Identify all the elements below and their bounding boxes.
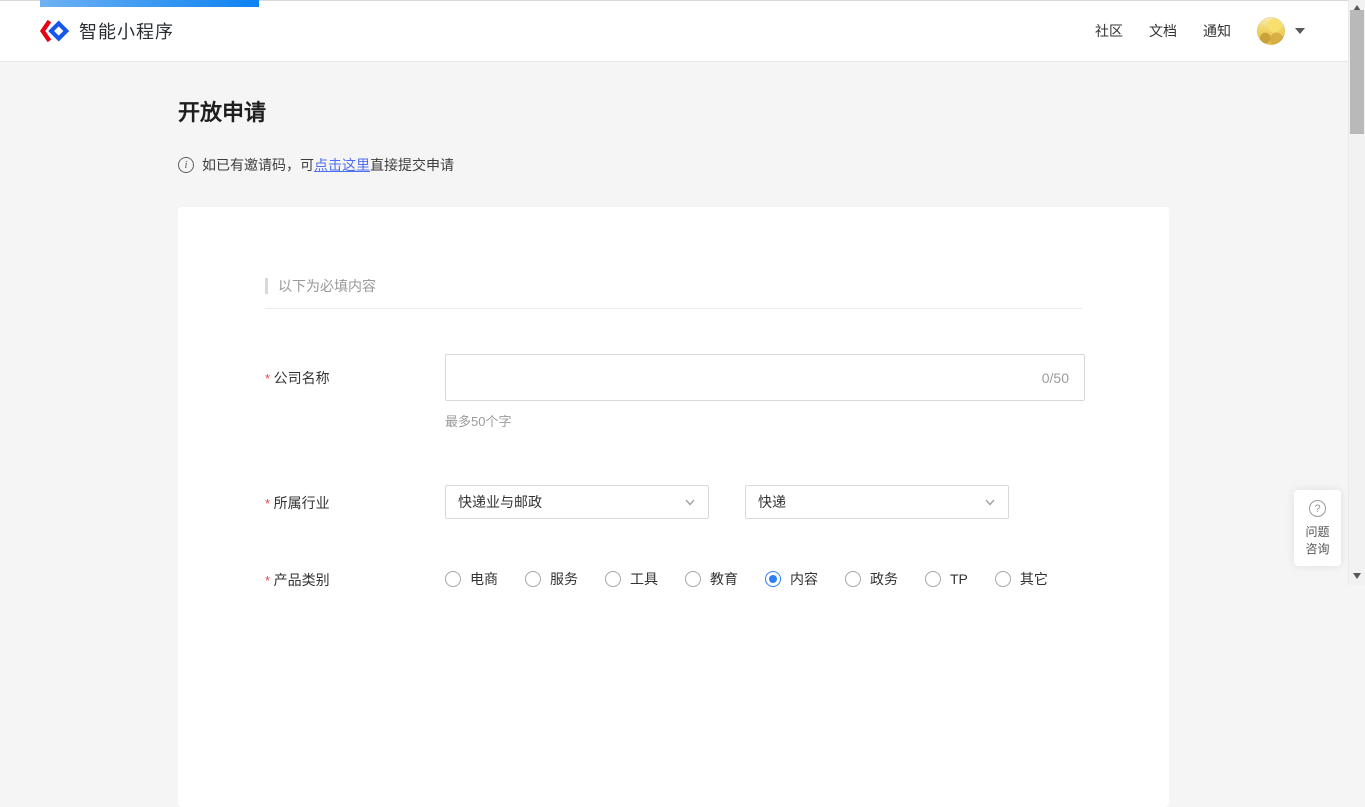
- section-divider: [265, 308, 1082, 309]
- main-content: 开放申请 i 如已有邀请码，可点击这里直接提交申请 以下为必填内容 公司名称 0…: [0, 63, 1365, 585]
- industry-row: 所属行业 快递业与邮政 快递: [265, 485, 1082, 519]
- click-here-link[interactable]: 点击这里: [314, 155, 370, 175]
- app-header: 智能小程序 社区 文档 通知: [0, 0, 1365, 62]
- application-form-card: 以下为必填内容 公司名称 0/50 最多50个字 所属行业 快递业与邮政: [178, 207, 1169, 807]
- invite-code-notice: i 如已有邀请码，可点击这里直接提交申请: [178, 155, 454, 175]
- radio-label: 政务: [870, 569, 898, 589]
- scroll-down-icon[interactable]: [1353, 573, 1361, 579]
- radio-label: 工具: [630, 569, 658, 589]
- radio-label: 其它: [1020, 569, 1048, 589]
- question-circle-icon: ?: [1309, 500, 1326, 517]
- radio-option[interactable]: 内容: [765, 569, 818, 589]
- company-name-label: 公司名称: [265, 354, 445, 388]
- help-label-line1: 问题: [1305, 524, 1329, 541]
- radio-label: 服务: [550, 569, 578, 589]
- brand-logo-icon: [40, 18, 70, 44]
- loading-progress-bar: [40, 0, 259, 7]
- section-header: 以下为必填内容: [265, 276, 1082, 296]
- chevron-down-icon[interactable]: [1295, 28, 1305, 34]
- brand[interactable]: 智能小程序: [40, 18, 174, 44]
- help-consult-button[interactable]: ? 问题 咨询: [1294, 490, 1341, 566]
- company-name-row: 公司名称 0/50 最多50个字: [265, 354, 1082, 430]
- radio-option[interactable]: 服务: [525, 569, 578, 589]
- brand-name: 智能小程序: [79, 18, 174, 44]
- industry-secondary-value: 快递: [758, 492, 984, 512]
- chevron-down-icon: [984, 496, 996, 508]
- section-title: 以下为必填内容: [278, 276, 376, 296]
- info-icon: i: [178, 157, 194, 173]
- chevron-down-icon: [684, 496, 696, 508]
- notice-text-prefix: 如已有邀请码，可: [202, 155, 314, 175]
- radio-label: 内容: [790, 569, 818, 589]
- company-name-input[interactable]: [445, 354, 1085, 401]
- radio-label: 电商: [470, 569, 498, 589]
- radio-option[interactable]: 工具: [605, 569, 658, 589]
- industry-primary-select[interactable]: 快递业与邮政: [445, 485, 709, 519]
- nav-item-docs[interactable]: 文档: [1149, 21, 1177, 41]
- nav-item-notifications[interactable]: 通知: [1203, 21, 1231, 41]
- radio-option[interactable]: 政务: [845, 569, 898, 589]
- nav-item-community[interactable]: 社区: [1095, 21, 1123, 41]
- industry-label: 所属行业: [265, 485, 445, 513]
- section-accent-bar: [265, 278, 268, 294]
- industry-primary-value: 快递业与邮政: [458, 492, 684, 512]
- product-category-group: 电商服务工具教育内容政务TP其它: [445, 569, 1082, 589]
- scrollbar-thumb[interactable]: [1350, 10, 1364, 134]
- notice-text-suffix: 直接提交申请: [370, 155, 454, 175]
- product-category-row: 产品类别 电商服务工具教育内容政务TP其它: [265, 569, 1082, 590]
- radio-option[interactable]: 其它: [995, 569, 1048, 589]
- vertical-scrollbar[interactable]: [1348, 0, 1365, 585]
- help-label-line2: 咨询: [1305, 541, 1329, 558]
- industry-secondary-select[interactable]: 快递: [745, 485, 1009, 519]
- radio-label: 教育: [710, 569, 738, 589]
- company-name-helper: 最多50个字: [445, 411, 1085, 430]
- page-title: 开放申请: [178, 95, 266, 127]
- radio-option[interactable]: 教育: [685, 569, 738, 589]
- product-category-label: 产品类别: [265, 569, 445, 590]
- avatar[interactable]: [1257, 17, 1285, 45]
- radio-option[interactable]: 电商: [445, 569, 498, 589]
